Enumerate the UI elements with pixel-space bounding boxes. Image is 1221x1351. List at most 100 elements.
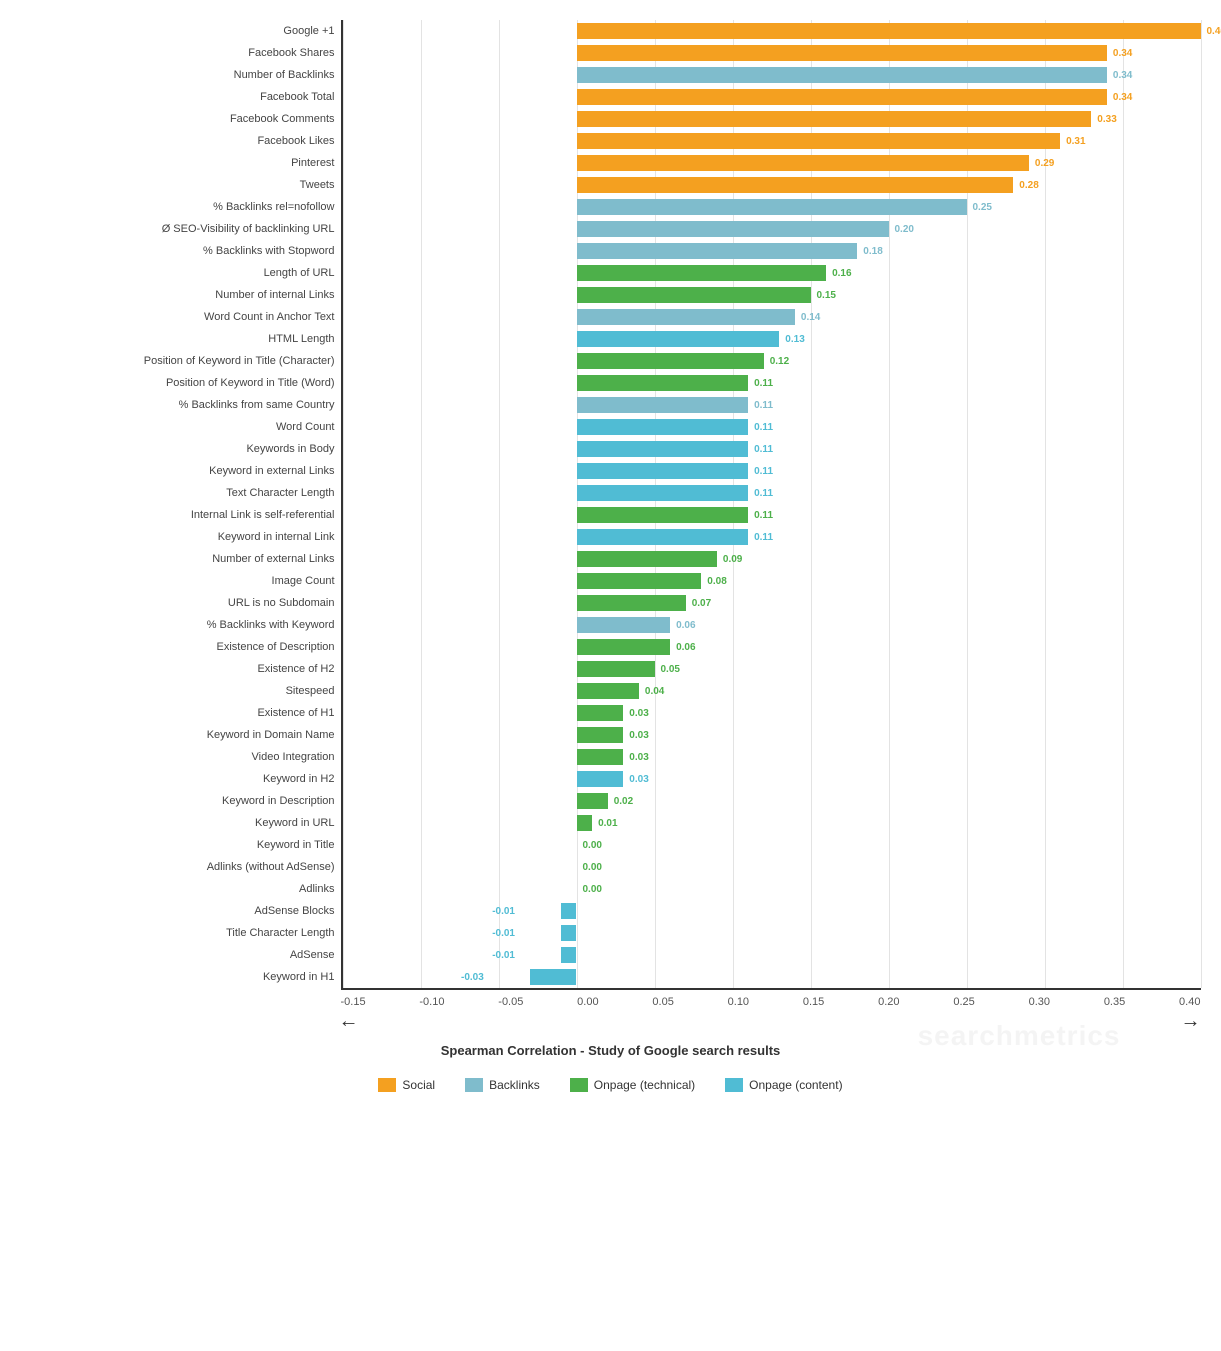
bar-value-outer-21: 0.11 xyxy=(748,482,773,504)
bar-value-outer-3: 0.34 xyxy=(1107,86,1132,108)
labels-column: Google +1Facebook SharesNumber of Backli… xyxy=(21,20,341,988)
bar-5 xyxy=(577,133,1061,149)
bar-18 xyxy=(577,419,749,435)
bar-row-35: 0.02 xyxy=(343,790,1201,812)
legend-color-0 xyxy=(378,1078,396,1092)
bar-row-29: 0.05 xyxy=(343,658,1201,680)
bar-value-outer-26: 0.07 xyxy=(686,592,711,614)
bar-label-35: Keyword in Description xyxy=(21,790,341,812)
bar-30 xyxy=(577,683,639,699)
bar-row-6: 0.29 xyxy=(343,152,1201,174)
x-tick-0.05: 0.05 xyxy=(652,996,673,1008)
legend-color-2 xyxy=(570,1078,588,1092)
bar-value-1: 0.34 xyxy=(1113,48,1132,59)
bar-7 xyxy=(577,177,1014,193)
bar-value-12: 0.15 xyxy=(817,290,836,301)
bar-25 xyxy=(577,573,702,589)
bar-21 xyxy=(577,485,749,501)
x-tick-0.35: 0.35 xyxy=(1104,996,1125,1008)
bar-row-11: 0.16 xyxy=(343,262,1201,284)
bar-label-18: Word Count xyxy=(21,416,341,438)
bar-label-27: % Backlinks with Keyword xyxy=(21,614,341,636)
bar-row-1: 0.34 xyxy=(343,42,1201,64)
bar-value-16: 0.11 xyxy=(754,378,773,389)
bar-label-24: Number of external Links xyxy=(21,548,341,570)
bar-value-outer-36: 0.01 xyxy=(592,812,617,834)
bar-value-outer-37: 0.00 xyxy=(577,834,602,856)
bar-value-3: 0.34 xyxy=(1113,92,1132,103)
bar-value-34: 0.03 xyxy=(629,774,648,785)
bar-8 xyxy=(577,199,967,215)
x-tick-0.2: 0.20 xyxy=(878,996,899,1008)
x-axis-row: -0.15-0.10-0.050.000.050.100.150.200.250… xyxy=(21,992,1201,1008)
bar-value-27: 0.06 xyxy=(676,620,695,631)
bar-value-outer-32: 0.03 xyxy=(623,724,648,746)
bar-row-34: 0.03 xyxy=(343,768,1201,790)
bar-row-43: -0.03 xyxy=(343,966,1201,988)
bar-label-21: Text Character Length xyxy=(21,482,341,504)
bar-label-32: Keyword in Domain Name xyxy=(21,724,341,746)
bar-row-19: 0.11 xyxy=(343,438,1201,460)
bar-1 xyxy=(577,45,1107,61)
bar-15 xyxy=(577,353,764,369)
bar-value-outer-39: 0.00 xyxy=(577,878,602,900)
bar-row-33: 0.03 xyxy=(343,746,1201,768)
x-tick-0.3: 0.30 xyxy=(1029,996,1050,1008)
bar-value-5: 0.31 xyxy=(1066,136,1085,147)
bar-value-outer-30: 0.04 xyxy=(639,680,664,702)
bar-row-18: 0.11 xyxy=(343,416,1201,438)
bar-label-25: Image Count xyxy=(21,570,341,592)
bar-label-22: Internal Link is self-referential xyxy=(21,504,341,526)
bar-label-30: Sitespeed xyxy=(21,680,341,702)
bar-row-2: 0.34 xyxy=(343,64,1201,86)
legend-item-3: Onpage (content) xyxy=(725,1078,842,1092)
x-tick-0.1: 0.10 xyxy=(728,996,749,1008)
bar-value-outer-40: -0.01 xyxy=(489,900,518,922)
bar-value-42: -0.01 xyxy=(492,950,515,961)
bar-value-33: 0.03 xyxy=(629,752,648,763)
bar-value-15: 0.12 xyxy=(770,356,789,367)
bar-row-40: -0.01 xyxy=(343,900,1201,922)
bar-row-15: 0.12 xyxy=(343,350,1201,372)
bar-row-16: 0.11 xyxy=(343,372,1201,394)
bar-row-0: 0.40 xyxy=(343,20,1201,42)
bar-value-outer-19: 0.11 xyxy=(748,438,773,460)
bar-24 xyxy=(577,551,717,567)
bar-value-6: 0.29 xyxy=(1035,158,1054,169)
bar-28 xyxy=(577,639,671,655)
bar-value-outer-9: 0.20 xyxy=(889,218,914,240)
bar-row-5: 0.31 xyxy=(343,130,1201,152)
bar-value-20: 0.11 xyxy=(754,466,773,477)
bar-label-19: Keywords in Body xyxy=(21,438,341,460)
bar-row-20: 0.11 xyxy=(343,460,1201,482)
bar-2 xyxy=(577,67,1107,83)
bar-43 xyxy=(530,969,577,985)
bar-row-32: 0.03 xyxy=(343,724,1201,746)
bar-value-outer-38: 0.00 xyxy=(577,856,602,878)
bar-label-3: Facebook Total xyxy=(21,86,341,108)
bar-value-30: 0.04 xyxy=(645,686,664,697)
bar-value-outer-29: 0.05 xyxy=(655,658,680,680)
bar-row-14: 0.13 xyxy=(343,328,1201,350)
bar-33 xyxy=(577,749,624,765)
bar-value-23: 0.11 xyxy=(754,532,773,543)
bar-value-13: 0.14 xyxy=(801,312,820,323)
bar-label-12: Number of internal Links xyxy=(21,284,341,306)
bar-value-outer-23: 0.11 xyxy=(748,526,773,548)
bar-row-13: 0.14 xyxy=(343,306,1201,328)
bar-label-23: Keyword in internal Link xyxy=(21,526,341,548)
bar-label-6: Pinterest xyxy=(21,152,341,174)
bar-label-33: Video Integration xyxy=(21,746,341,768)
bar-row-7: 0.28 xyxy=(343,174,1201,196)
x-axis-line xyxy=(341,988,1201,990)
bar-value-outer-1: 0.34 xyxy=(1107,42,1132,64)
bar-value-outer-22: 0.11 xyxy=(748,504,773,526)
legend-label-0: Social xyxy=(402,1078,435,1092)
bar-label-39: Adlinks xyxy=(21,878,341,900)
bar-4 xyxy=(577,111,1092,127)
bar-6 xyxy=(577,155,1029,171)
bar-row-39: 0.00 xyxy=(343,878,1201,900)
bar-value-outer-43: -0.03 xyxy=(458,966,487,988)
bar-value-outer-7: 0.28 xyxy=(1013,174,1038,196)
bar-value-outer-13: 0.14 xyxy=(795,306,820,328)
